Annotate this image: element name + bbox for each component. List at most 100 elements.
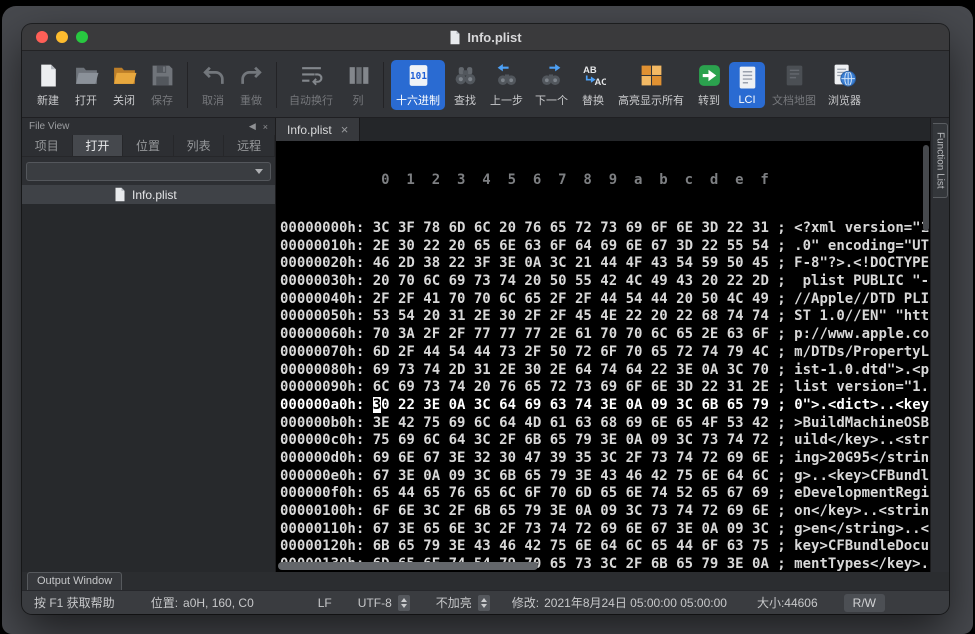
- toolbar-button-save[interactable]: 保存: [144, 60, 180, 110]
- hex-address: 00000110h:: [280, 521, 373, 537]
- hex-view[interactable]: 0 1 2 3 4 5 6 7 8 9 a b c d e f 00000000…: [276, 141, 930, 572]
- encoding-stepper-icon[interactable]: [398, 595, 410, 611]
- panel-collapse-icon[interactable]: ◀: [249, 121, 256, 132]
- hex-mode-icon: 101: [405, 63, 431, 89]
- hex-bytes: 2F 2F 41 70 70 6C 65 2F 2F 44 54 44 20 5…: [373, 291, 769, 307]
- hex-bytes: 20 70 6C 69 73 74 20 50 55 42 4C 49 43 2…: [373, 273, 769, 289]
- hex-bytes: 3C 3F 78 6D 6C 20 76 65 72 73 69 6F 6E 3…: [373, 220, 769, 236]
- file-list-item[interactable]: Info.plist: [22, 185, 275, 204]
- main-content: File View ◀ × 项目打开位置列表远程 Info.plist Info…: [22, 118, 949, 572]
- highlight-all-icon: [638, 63, 664, 89]
- horizontal-scrollbar-thumb[interactable]: [278, 562, 538, 570]
- hex-ascii-separator: ;: [769, 521, 794, 537]
- hex-row[interactable]: 00000060h: 70 3A 2F 2F 77 77 77 2E 61 70…: [280, 326, 930, 344]
- hex-row[interactable]: 00000040h: 2F 2F 41 70 70 6C 65 2F 2F 44…: [280, 291, 930, 309]
- find-next-icon: [539, 63, 565, 89]
- hex-address: 00000100h:: [280, 503, 373, 519]
- hex-address: 00000050h:: [280, 308, 373, 324]
- hex-row[interactable]: 00000050h: 53 54 20 31 2E 30 2F 2F 45 4E…: [280, 308, 930, 326]
- hex-row[interactable]: 000000f0h: 65 44 65 76 65 6C 6F 70 6D 65…: [280, 485, 930, 503]
- hex-bytes: 69 73 74 2D 31 2E 30 2E 64 74 64 22 3E 0…: [373, 362, 769, 378]
- hex-row[interactable]: 00000070h: 6D 2F 44 54 44 73 2F 50 72 6F…: [280, 344, 930, 362]
- hex-editor-window: Info.plist 新建打开关闭保存取消重做自动换行列101十六进制查找上一步…: [22, 24, 949, 614]
- toolbar-button-lci[interactable]: LCI: [729, 62, 765, 108]
- toolbar-button-label: 下一个: [535, 92, 568, 108]
- toolbar-button-find[interactable]: 查找: [447, 60, 483, 110]
- hex-ascii: p://www.apple.co: [794, 326, 929, 342]
- hex-ascii: 0">.<dict>..<key: [794, 397, 929, 413]
- hex-row[interactable]: 000000b0h: 3E 42 75 69 6C 64 4D 61 63 68…: [280, 415, 930, 433]
- hex-row[interactable]: 00000000h: 3C 3F 78 6D 6C 20 76 65 72 73…: [280, 220, 930, 238]
- toolbar-button-replace[interactable]: ABAC替换: [575, 60, 611, 110]
- toolbar-button-close[interactable]: 关闭: [106, 60, 142, 110]
- hex-row[interactable]: 00000080h: 69 73 74 2D 31 2E 30 2E 64 74…: [280, 362, 930, 380]
- hex-ascii-separator: ;: [769, 344, 794, 360]
- editor-tab[interactable]: Info.plist ×: [276, 118, 360, 141]
- lci-icon: [734, 65, 760, 91]
- toolbar-button-label: 新建: [37, 92, 59, 108]
- doc-map-icon: [781, 63, 807, 89]
- vertical-scrollbar-thumb[interactable]: [923, 145, 929, 231]
- hex-ascii: m/DTDs/PropertyL: [794, 344, 929, 360]
- toolbar-button-hex-mode[interactable]: 101十六进制: [391, 60, 445, 110]
- hex-row[interactable]: 00000030h: 20 70 6C 69 73 74 20 50 55 42…: [280, 273, 930, 291]
- output-window-tab[interactable]: Output Window: [27, 572, 122, 590]
- toolbar-button-word-wrap[interactable]: 自动换行: [284, 60, 338, 110]
- hex-row[interactable]: 00000110h: 67 3E 65 6E 3C 2F 73 74 72 69…: [280, 521, 930, 539]
- hex-bytes: 6B 65 79 3E 43 46 42 75 6E 64 6C 65 44 6…: [373, 538, 769, 554]
- toolbar-button-find-prev[interactable]: 上一步: [485, 60, 528, 110]
- hex-ascii: on</key>..<strin: [794, 503, 929, 519]
- file-panel-tab[interactable]: 项目: [22, 135, 73, 156]
- file-view-title: File View: [29, 121, 69, 132]
- file-filter-dropdown[interactable]: [26, 162, 271, 181]
- hex-ascii-separator: ;: [769, 468, 794, 484]
- hex-row[interactable]: 00000090h: 6C 69 73 74 20 76 65 72 73 69…: [280, 379, 930, 397]
- file-panel-tab[interactable]: 列表: [174, 135, 225, 156]
- toolbar-button-label: 列: [353, 92, 364, 108]
- toolbar-button-open[interactable]: 打开: [68, 60, 104, 110]
- tab-close-icon[interactable]: ×: [341, 123, 349, 136]
- hex-row[interactable]: 00000010h: 2E 30 22 20 65 6E 63 6F 64 69…: [280, 238, 930, 256]
- panel-close-icon[interactable]: ×: [263, 122, 268, 132]
- highlight-stepper-icon[interactable]: [478, 595, 490, 611]
- file-name: Info.plist: [132, 188, 177, 202]
- hex-rows: 00000000h: 3C 3F 78 6D 6C 20 76 65 72 73…: [280, 220, 930, 572]
- title-bar[interactable]: Info.plist: [22, 24, 949, 51]
- close-window-button[interactable]: [36, 31, 48, 43]
- minimize-window-button[interactable]: [56, 31, 68, 43]
- toolbar-button-find-next[interactable]: 下一个: [530, 60, 573, 110]
- hex-bytes: 2E 30 22 20 65 6E 63 6F 64 69 6E 67 3D 2…: [373, 238, 769, 254]
- file-panel-tab[interactable]: 打开: [73, 135, 124, 156]
- hex-ascii-separator: ;: [769, 379, 794, 395]
- hex-row[interactable]: 00000100h: 6F 6E 3C 2F 6B 65 79 3E 0A 09…: [280, 503, 930, 521]
- function-list-tab[interactable]: Function List: [933, 123, 948, 198]
- hex-row[interactable]: 000000c0h: 75 69 6C 64 3C 2F 6B 65 79 3E…: [280, 432, 930, 450]
- toolbar-button-highlight-all[interactable]: 高亮显示所有: [613, 60, 689, 110]
- toolbar-button-label: 文档地图: [772, 92, 816, 108]
- hex-ascii-separator: ;: [769, 273, 794, 289]
- status-modified: 修改: 2021年8月24日 05:00:00 05:00:00: [512, 594, 727, 611]
- hex-row[interactable]: 000000e0h: 67 3E 0A 09 3C 6B 65 79 3E 43…: [280, 468, 930, 486]
- toolbar-button-undo[interactable]: 取消: [195, 60, 231, 110]
- toolbar-button-columns[interactable]: 列: [340, 60, 376, 110]
- file-panel-tab[interactable]: 位置: [123, 135, 174, 156]
- hex-row[interactable]: 000000a0h: 30 22 3E 0A 3C 64 69 63 74 3E…: [280, 397, 930, 415]
- toolbar-button-browser[interactable]: 浏览器: [823, 60, 866, 110]
- hex-row[interactable]: 00000020h: 46 2D 38 22 3F 3E 0A 3C 21 44…: [280, 255, 930, 273]
- hex-ascii-separator: ;: [769, 450, 794, 466]
- hex-ascii: eDevelopmentRegi: [794, 485, 929, 501]
- status-readwrite-button[interactable]: R/W: [844, 594, 885, 612]
- zoom-window-button[interactable]: [76, 31, 88, 43]
- hex-ascii-separator: ;: [769, 291, 794, 307]
- traffic-lights: [36, 31, 88, 43]
- toolbar-button-doc-map[interactable]: 文档地图: [767, 60, 821, 110]
- hex-row[interactable]: 00000120h: 6B 65 79 3E 43 46 42 75 6E 64…: [280, 538, 930, 556]
- toolbar-button-new[interactable]: 新建: [30, 60, 66, 110]
- toolbar-button-redo[interactable]: 重做: [233, 60, 269, 110]
- file-panel-tab[interactable]: 远程: [224, 135, 275, 156]
- toolbar-button-goto[interactable]: 转到: [691, 60, 727, 110]
- document-icon: [449, 30, 461, 45]
- file-view-panel: File View ◀ × 项目打开位置列表远程 Info.plist: [22, 118, 276, 572]
- toolbar-button-label: LCI: [738, 94, 755, 106]
- hex-row[interactable]: 000000d0h: 69 6E 67 3E 32 30 47 39 35 3C…: [280, 450, 930, 468]
